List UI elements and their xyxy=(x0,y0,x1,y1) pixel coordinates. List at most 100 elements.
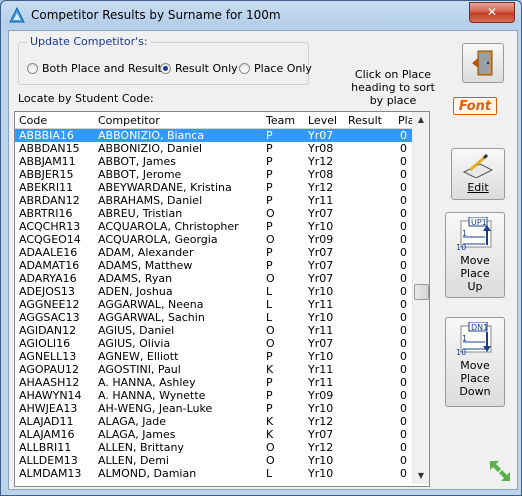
move-down-badge-label: DN1 xyxy=(471,323,489,332)
cell-code: ADARYA16 xyxy=(19,272,77,285)
cell-competitor: ADEN, Joshua xyxy=(98,285,173,298)
table-row[interactable]: ADARYA16 ADAMS, Ryan O Yr07 0 xyxy=(15,272,412,285)
table-row[interactable]: ABBJAM11 ABBOT, James P Yr12 0 xyxy=(15,155,412,168)
table-row[interactable]: ABBBIA16 ABBONIZIO, Bianca P Yr07 0 xyxy=(15,129,412,142)
cell-competitor: ABREU, Tristian xyxy=(98,207,183,220)
table-row[interactable]: ALAJAM16 ALAGA, James K Yr07 0 xyxy=(15,428,412,441)
update-competitor-group: Update Competitor's: Both Place and Resu… xyxy=(18,35,312,85)
cell-code: ADAALE16 xyxy=(19,246,78,259)
table-row[interactable]: ALLBRI11 ALLEN, Brittany O Yr12 0 xyxy=(15,441,412,454)
table-row[interactable]: AGGNEE12 AGGARWAL, Neena L Yr11 0 xyxy=(15,298,412,311)
cell-competitor: ALAGA, James xyxy=(98,428,176,441)
cell-competitor: ADAM, Alexander xyxy=(98,246,194,259)
cell-team: O xyxy=(266,324,275,337)
font-button[interactable]: Font xyxy=(453,97,497,115)
table-row[interactable]: AGGSAC13 AGGARWAL, Sachin L Yr10 0 xyxy=(15,311,412,324)
cell-place: 0 xyxy=(400,363,407,376)
cell-level: Yr10 xyxy=(308,220,334,233)
cell-competitor: A. HANNA, Ashley xyxy=(98,376,196,389)
move-down-label: Move Place Down xyxy=(459,359,491,398)
locate-label: Locate by Student Code: xyxy=(18,92,154,105)
cell-competitor: AH-WENG, Jean-Luke xyxy=(98,402,213,415)
cell-level: Yr11 xyxy=(308,194,334,207)
cell-team: P xyxy=(266,259,273,272)
table-row[interactable]: AHAASH12 A. HANNA, Ashley P Yr11 0 xyxy=(15,376,412,389)
cell-code: ABEKRI11 xyxy=(19,181,74,194)
table-row[interactable]: ABRTRI16 ABREU, Tristian O Yr07 0 xyxy=(15,207,412,220)
cell-level: Yr10 xyxy=(308,311,334,324)
scroll-thumb[interactable] xyxy=(414,284,429,300)
scroll-down-arrow-icon[interactable]: ▼ xyxy=(413,468,429,484)
table-row[interactable]: ABEKRI11 ABEYWARDANE, Kristina P Yr12 0 xyxy=(15,181,412,194)
table-row[interactable]: ALAJAD11 ALAGA, Jade K Yr12 0 xyxy=(15,415,412,428)
table-row[interactable]: AHAWYN14 A. HANNA, Wynette P Yr09 0 xyxy=(15,389,412,402)
cell-code: AGIDAN12 xyxy=(19,324,77,337)
cell-level: Yr09 xyxy=(308,389,334,402)
cell-competitor: ACQUAROLA, Georgia xyxy=(98,233,218,246)
col-header-competitor[interactable]: Competitor xyxy=(98,114,160,127)
table-row[interactable]: ALMDAM13 ALMOND, Damian L Yr10 0 xyxy=(15,467,412,480)
edit-button[interactable]: Edit xyxy=(451,148,505,200)
resize-arrows-icon[interactable] xyxy=(488,459,512,483)
cell-competitor: AGIUS, Daniel xyxy=(98,324,175,337)
table-row[interactable]: ABBDAN15 ABBONIZIO, Daniel P Yr08 0 xyxy=(15,142,412,155)
table-row[interactable]: ABBJER15 ABBOT, Jerome P Yr08 0 xyxy=(15,168,412,181)
cell-competitor: ADAMS, Ryan xyxy=(98,272,173,285)
cell-code: ALAJAD11 xyxy=(19,415,74,428)
close-button[interactable]: ✕ xyxy=(469,2,515,23)
cell-competitor: ALLEN, Demi xyxy=(98,454,169,467)
radio-result-only[interactable]: Result Only xyxy=(160,61,238,75)
cell-code: ABBJAM11 xyxy=(19,155,76,168)
cell-team: P xyxy=(266,129,273,142)
table-row[interactable]: AGIDAN12 AGIUS, Daniel O Yr11 0 xyxy=(15,324,412,337)
cell-code: AGGSAC13 xyxy=(19,311,80,324)
move-place-down-button[interactable]: DN1 1 10 Move Place Down xyxy=(445,317,505,407)
exit-button[interactable] xyxy=(462,43,504,83)
table-row[interactable]: ALLDEM13 ALLEN, Demi O Yr10 0 xyxy=(15,454,412,467)
results-table[interactable]: Code Competitor Team Level Result Pla AB… xyxy=(14,111,430,487)
cell-level: Yr10 xyxy=(308,350,334,363)
cell-level: Yr11 xyxy=(308,298,334,311)
cell-place: 0 xyxy=(400,194,407,207)
cell-team: O xyxy=(266,233,275,246)
cell-team: L xyxy=(266,285,273,298)
app-triangle-icon xyxy=(9,7,25,23)
radio-dot-both[interactable] xyxy=(27,62,38,74)
table-row[interactable]: ACQCHR13 ACQUAROLA, Christopher P Yr10 0 xyxy=(15,220,412,233)
table-row[interactable]: AGOPAU12 AGOSTINI, Paul K Yr11 0 xyxy=(15,363,412,376)
radio-dot-result-only[interactable] xyxy=(160,62,171,74)
col-header-place[interactable]: Pla xyxy=(398,114,412,127)
table-row[interactable]: AHWJEA13 AH-WENG, Jean-Luke P Yr10 0 xyxy=(15,402,412,415)
cell-code: AHAWYN14 xyxy=(19,389,82,402)
table-row[interactable]: ADAALE16 ADAM, Alexander P Yr07 0 xyxy=(15,246,412,259)
radio-both-place-result[interactable]: Both Place and Result xyxy=(27,61,162,75)
vertical-scrollbar[interactable]: ▲ ▼ xyxy=(412,112,429,484)
radio-place-only[interactable]: Place Only xyxy=(239,61,312,75)
table-row[interactable]: ADAMAT16 ADAMS, Matthew P Yr07 0 xyxy=(15,259,412,272)
cell-team: K xyxy=(266,363,274,376)
cell-code: AGGNEE12 xyxy=(19,298,80,311)
col-header-team[interactable]: Team xyxy=(266,114,295,127)
title-bar[interactable]: Competitor Results by Surname for 100m ✕ xyxy=(1,1,521,29)
window-title: Competitor Results by Surname for 100m xyxy=(31,8,281,22)
table-row[interactable]: ABRDAN12 ABRAHAMS, Daniel P Yr11 0 xyxy=(15,194,412,207)
cell-place: 0 xyxy=(400,350,407,363)
col-header-code[interactable]: Code xyxy=(19,114,47,127)
cell-level: Yr07 xyxy=(308,207,334,220)
radio-label-place-only: Place Only xyxy=(254,61,312,75)
table-row[interactable]: AGNELL13 AGNEW, Elliott P Yr10 0 xyxy=(15,350,412,363)
exit-door-icon xyxy=(472,50,493,76)
cell-place: 0 xyxy=(400,441,407,454)
table-row[interactable]: ACQGEO14 ACQUAROLA, Georgia O Yr09 0 xyxy=(15,233,412,246)
move-down-one-label: 1 xyxy=(462,334,468,343)
col-header-result[interactable]: Result xyxy=(348,114,382,127)
cell-level: Yr10 xyxy=(308,454,334,467)
col-header-level[interactable]: Level xyxy=(308,114,337,127)
scroll-up-arrow-icon[interactable]: ▲ xyxy=(413,112,429,128)
table-row[interactable]: AGIOLI16 AGIUS, Olivia O Yr07 0 xyxy=(15,337,412,350)
table-row[interactable]: ADEJOS13 ADEN, Joshua L Yr10 0 xyxy=(15,285,412,298)
cell-code: ALAJAM16 xyxy=(19,428,75,441)
move-up-one-label: 1 xyxy=(462,229,468,238)
move-place-up-button[interactable]: UP1 1 10 Move Place Up xyxy=(445,212,505,298)
radio-dot-place-only[interactable] xyxy=(239,62,250,74)
